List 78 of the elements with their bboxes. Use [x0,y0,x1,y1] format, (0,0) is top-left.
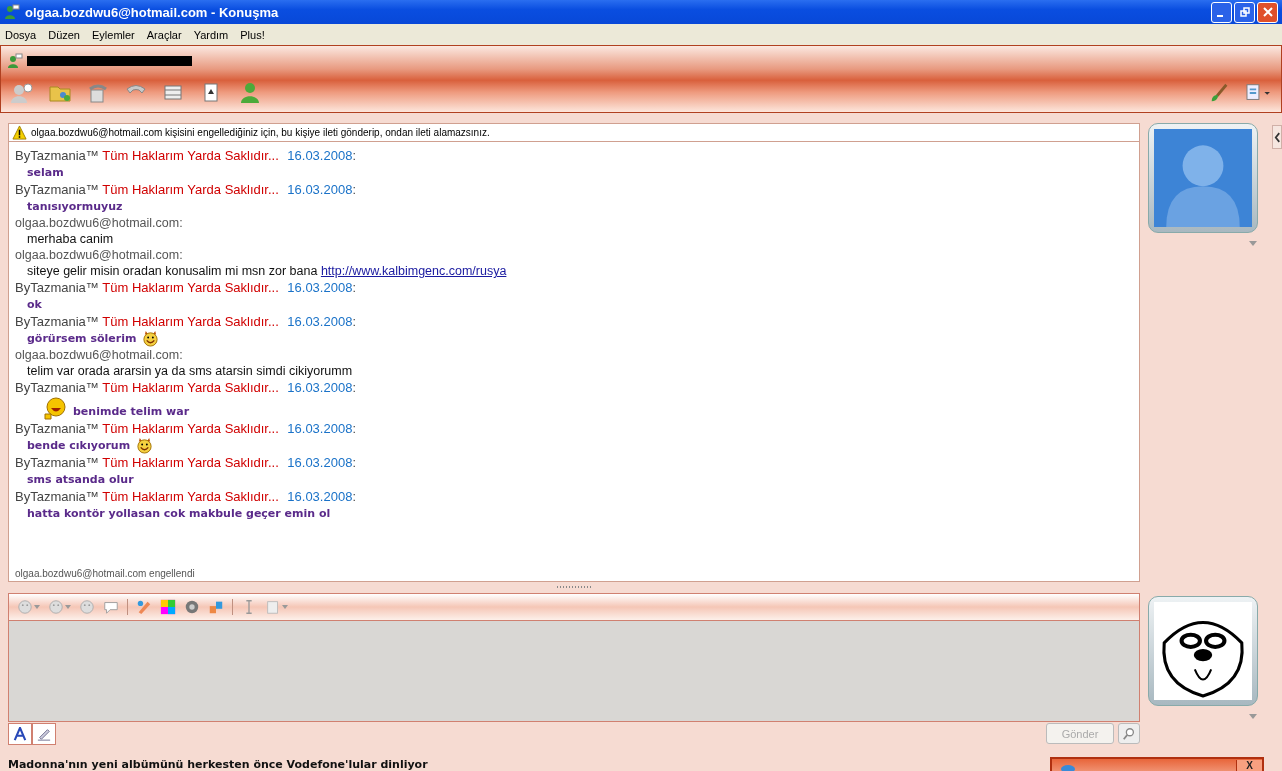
people-icon [7,53,23,69]
close-button[interactable]: X [1236,760,1262,771]
message-text: siteye gelir misin oradan konusalim mi msn zor bana [27,264,318,278]
close-icon [1262,7,1273,17]
message-text: hatta kontör yollasan cok makbule geçer emin ol [27,506,331,522]
letter-a-icon [13,726,27,741]
status-message: Tüm Haklarım Yarda Saklıdır... [102,314,279,329]
message-text: sms atsanda olur [27,472,134,488]
menu-item[interactable]: Yardım [193,28,235,41]
menu-item[interactable]: Plus! [240,28,271,41]
minimize-button[interactable] [1211,1,1232,23]
warning-icon [12,125,27,140]
message-text: selam [27,165,64,181]
colon-text: : [352,149,356,163]
minimize-icon [1217,15,1223,17]
window-title: olgaa.bozdwu6@hotmail.com - Konuşma [25,4,280,20]
search-icon [1122,726,1136,741]
menu-item[interactable]: Dosya [5,28,43,41]
sender-name: ByTazmania™ [15,489,99,504]
menu-item[interactable]: Düzen [48,28,86,41]
smiley-icon[interactable] [17,598,40,615]
message-text: görürsem sölerim [27,331,137,347]
font-button[interactable] [8,722,32,745]
search-button[interactable] [1118,723,1140,745]
message-text: bende cıkıyorum [27,438,131,454]
status-text: olgaa.bozdwu6@hotmail.com engellendi [15,568,196,579]
message-input[interactable] [9,619,1139,721]
document-icon[interactable] [265,598,288,615]
sender-name: ByTazmania™ [15,314,99,329]
collapse-button[interactable] [1272,125,1282,149]
bird-icon [1060,763,1076,771]
sender-name: ByTazmania™ [15,380,99,395]
face-icon[interactable] [48,598,71,615]
status-message: Tüm Haklarım Yarda Saklıdır... [102,148,279,163]
status-message: Tüm Haklarım Yarda Saklıdır... [102,182,279,197]
caret-icon[interactable] [1249,241,1257,246]
colon-text: : [352,183,356,197]
caret-icon[interactable] [1249,714,1257,719]
sender-name: ByTazmania™ [15,182,99,197]
notice-text: olgaa.bozdwu6@hotmail.com kişisini engellediğiniz için, bu kişiye ileti gönderip, ondan ileti alamazsınız. [31,127,490,138]
status-message: Tüm Haklarım Yarda Saklıdır... [102,489,279,504]
sender-name: ByTazmania™ [15,455,99,470]
chevron-left-icon [1273,131,1281,143]
message-text: merhaba canim [27,232,114,246]
sender-name: ByTazmania™ [15,280,99,295]
colon-text: : [352,381,356,395]
restore-icon [1239,7,1250,17]
laughing-emoticon-icon [43,396,67,420]
menu-item[interactable]: Eylemler [92,28,141,41]
status-message: Tüm Haklarım Yarda Saklıdır... [102,421,279,436]
colon-text: : [352,281,356,295]
sender-name: olgaa.bozdwu6@hotmail.com: [15,215,184,231]
colon-text: : [352,315,356,329]
message-text: ok [27,297,42,313]
pen-icon [37,726,51,741]
menu-item[interactable]: Araçlar [146,28,188,41]
speaker-icon[interactable] [184,598,200,615]
people-icon [4,4,20,20]
splitter-handle[interactable] [557,586,591,589]
sender-name: olgaa.bozdwu6@hotmail.com: [15,347,184,363]
colon-text: : [352,490,356,504]
status-message: Tüm Haklarım Yarda Saklıdır... [102,455,279,470]
sender-name: olgaa.bozdwu6@hotmail.com: [15,247,184,263]
colon-text: : [352,456,356,470]
devil-emoticon-icon [136,437,154,454]
devil-emoticon-icon [142,330,160,347]
message-text: telim var orada ararsin ya da sms atarsin simdi cikiyorumm [27,364,353,378]
restore-button[interactable] [1234,1,1255,23]
colon-text: : [352,422,356,436]
close-button[interactable] [1257,1,1278,23]
sender-name: ByTazmania™ [15,148,99,163]
message-text: tanısıyormuyuz [27,199,123,215]
sender-name: ByTazmania™ [15,421,99,436]
link[interactable]: http://www.kalbimgenc.com/rusya [320,264,507,278]
status-message: Tüm Haklarım Yarda Saklıdır... [102,280,279,295]
status-message: Tüm Haklarım Yarda Saklıdır... [102,380,279,395]
message-text: benimde telim war [73,404,190,420]
color-grid-icon[interactable] [160,598,176,615]
